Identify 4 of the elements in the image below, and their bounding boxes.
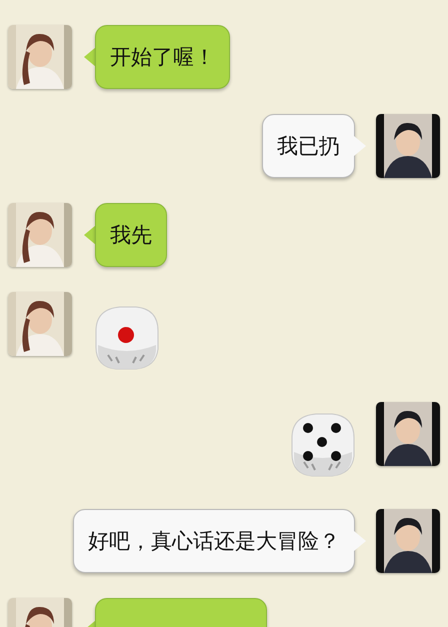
message-bubble: 我先 (95, 203, 167, 267)
message-bubble: 我已扔 (262, 114, 355, 178)
message-bubble: 开始了喔！ (95, 25, 230, 89)
message-bubble: 好吧，真心话还是大冒险？ (73, 509, 355, 573)
